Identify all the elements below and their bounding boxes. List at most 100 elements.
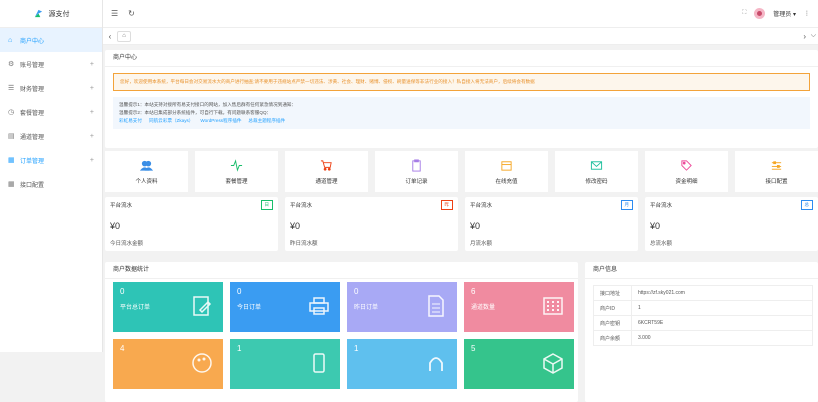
stat-subtitle: 总流水额 <box>650 241 673 247</box>
info-key: 商户余额 <box>593 330 632 346</box>
stat-subtitle: 今日流水金额 <box>110 241 144 247</box>
quick-link[interactable]: 通道管理 <box>285 151 368 192</box>
sidebar-item-label: 套餐管理 <box>20 110 45 117</box>
stat-title: 平台流水 <box>290 203 313 209</box>
stat-tile[interactable]: 1 <box>230 339 340 389</box>
quick-link[interactable]: 个人资料 <box>105 151 188 192</box>
info-row: 商户ID 1 <box>593 300 813 316</box>
sidebar-item-label: 商户中心 <box>20 38 45 45</box>
settings-icon: ⚙ <box>8 61 15 68</box>
palette-icon <box>192 353 212 373</box>
sidebar-item-label: 账号管理 <box>20 62 45 69</box>
quick-link[interactable]: 在线充值 <box>465 151 548 192</box>
plugin-link[interactable]: WordPress程序插件 <box>200 118 241 123</box>
mail-icon <box>590 160 603 170</box>
stat-value: ¥0 <box>650 221 661 231</box>
stat-tile[interactable]: 0 今日订单 <box>230 282 340 332</box>
sidebar-item[interactable]: ⌂ 商户中心 <box>0 28 102 52</box>
clipboard-icon <box>412 158 421 172</box>
sidebar-item-label: 接口配置 <box>20 182 45 189</box>
merchant-stats-card: 商户数据统计 0 平台总订单 0 今日订单 0 昨日订单 6 通道数量 4 1 1 5 <box>105 262 578 402</box>
printer-icon <box>309 297 329 315</box>
android-icon <box>429 357 443 371</box>
main-content: 商户中心 您好，欢迎使用本系统，平台每日会对交易流水大的商户进行抽查;请不要用于… <box>105 50 818 402</box>
tip-2: 温馨提示2：本站已集成部分系统插件，可自行下载。有问题联系客服QQ： <box>119 110 272 115</box>
stat-tile[interactable]: 0 平台总订单 <box>113 282 223 332</box>
stat-tile[interactable]: 1 <box>347 339 457 389</box>
sidebar-item[interactable]: ◷ 套餐管理 + <box>0 100 102 124</box>
tab-dropdown-icon[interactable]: ⌵ <box>811 32 816 40</box>
info-value: 1 <box>631 300 813 316</box>
info-value: 6KCRT59E <box>631 315 813 331</box>
quick-link[interactable]: 修改密码 <box>555 151 638 192</box>
quick-link[interactable]: 套餐管理 <box>195 151 278 192</box>
expand-icon[interactable]: + <box>90 85 94 92</box>
tab-home-icon[interactable]: ⌂ <box>117 30 131 42</box>
sidebar-item[interactable]: ▦ 订单管理 + <box>0 148 102 172</box>
sidebar-item[interactable]: ⚙ 账号管理 + <box>0 52 102 76</box>
sidebar-item[interactable]: ☰ 财务管理 + <box>0 76 102 100</box>
edit-doc-icon <box>193 296 212 316</box>
menu-toggle-icon[interactable]: ☰ <box>111 9 118 18</box>
fullscreen-icon[interactable]: ⛶ <box>742 10 746 17</box>
sidebar-item[interactable]: ▤ 通道管理 + <box>0 124 102 148</box>
sidebar-item-label: 订单管理 <box>20 158 45 165</box>
quick-link-label: 在线充值 <box>495 178 518 185</box>
tab-bar: ‹ ⌂ › ⌵ <box>103 28 818 45</box>
brand-logo[interactable]: 源支付 <box>0 0 102 28</box>
sidebar-nav: ⌂ 商户中心 ⚙ 账号管理 + ☰ 财务管理 + ◷ 套餐管理 + ▤ 通道管理 + ▦ 订单管理 + ▦ 接口配置 <box>0 28 102 196</box>
expand-icon[interactable]: + <box>90 61 94 68</box>
quick-link-label: 接口配置 <box>765 178 788 185</box>
more-icon[interactable]: ⋮ <box>804 10 810 17</box>
stat-card: 平台流水 日 ¥0 今日流水金额 <box>105 197 278 251</box>
refresh-icon[interactable]: ↻ <box>128 9 135 18</box>
tab-prev-icon[interactable]: ‹ <box>103 32 117 41</box>
expand-icon[interactable]: + <box>90 133 94 140</box>
home-icon: ⌂ <box>8 36 13 44</box>
clock-icon: ◷ <box>8 109 15 116</box>
info-row: 商户密钥 6KCRT59E <box>593 315 813 331</box>
quick-link-label: 个人资料 <box>135 178 158 185</box>
stat-value: ¥0 <box>470 221 481 231</box>
brand-name: 源支付 <box>48 10 70 18</box>
stat-subtitle: 月流水额 <box>470 241 493 247</box>
quick-link-label: 订单记录 <box>405 178 428 185</box>
grid-dots-icon <box>543 297 563 315</box>
user-menu[interactable]: 管理员 ▾ <box>773 9 796 18</box>
stat-badge: 日 <box>260 200 273 210</box>
merchant-info-title: 商户信息 <box>585 262 818 279</box>
sidebar-item[interactable]: ▦ 接口配置 <box>0 172 102 196</box>
quick-link-label: 套餐管理 <box>225 178 248 185</box>
info-row: 接口地址 https://zf.sky021.com <box>593 285 813 301</box>
document-icon <box>428 295 444 317</box>
merchant-info-table: 接口地址 https://zf.sky021.com 商户ID 1 商户密钥 6KCRT5… <box>593 285 813 346</box>
welcome-card: 商户中心 您好，欢迎使用本系统，平台每日会对交易流水大的商户进行抽查;请不要用于… <box>105 50 818 148</box>
stat-badge: 总 <box>800 200 813 210</box>
tag-icon <box>681 159 692 171</box>
plugin-link[interactable]: 同航云彩票（Zkays） <box>149 118 193 123</box>
expand-icon[interactable]: + <box>90 157 94 164</box>
stat-tile[interactable]: 0 昨日订单 <box>347 282 457 332</box>
quick-link[interactable]: 订单记录 <box>375 151 458 192</box>
stat-card: 平台流水 昨 ¥0 昨日流水额 <box>285 197 458 251</box>
avatar[interactable] <box>754 8 766 19</box>
merchant-stats-title: 商户数据统计 <box>105 262 578 279</box>
phone-icon <box>313 353 325 373</box>
quick-link[interactable]: 资金明细 <box>645 151 728 192</box>
stat-tile[interactable]: 6 通道数量 <box>464 282 574 332</box>
stat-badge: 昨 <box>440 200 453 210</box>
plugin-link[interactable]: 彩虹易支付 <box>119 118 142 123</box>
layers-icon: ▤ <box>8 133 15 140</box>
grid-icon: ▦ <box>8 181 15 188</box>
info-row: 商户余额 3.000 <box>593 330 813 346</box>
topbar: ☰ ↻ ⛶ 管理员 ▾ ⋮ <box>103 0 818 28</box>
quick-link[interactable]: 接口配置 <box>735 151 818 192</box>
stat-tile[interactable]: 4 <box>113 339 223 389</box>
info-key: 商户密钥 <box>593 315 632 331</box>
plugin-link[interactable]: 总裁主题程序插件 <box>248 118 285 123</box>
stat-tile[interactable]: 5 <box>464 339 574 389</box>
list-icon: ☰ <box>8 85 15 92</box>
expand-icon[interactable]: + <box>90 109 94 116</box>
tips-box: 温馨提示1：本站支持对接所有易支付接口的网站，加入售后群有任何紧急情况到通知： … <box>113 97 810 129</box>
tab-next-icon[interactable]: › <box>803 32 806 41</box>
